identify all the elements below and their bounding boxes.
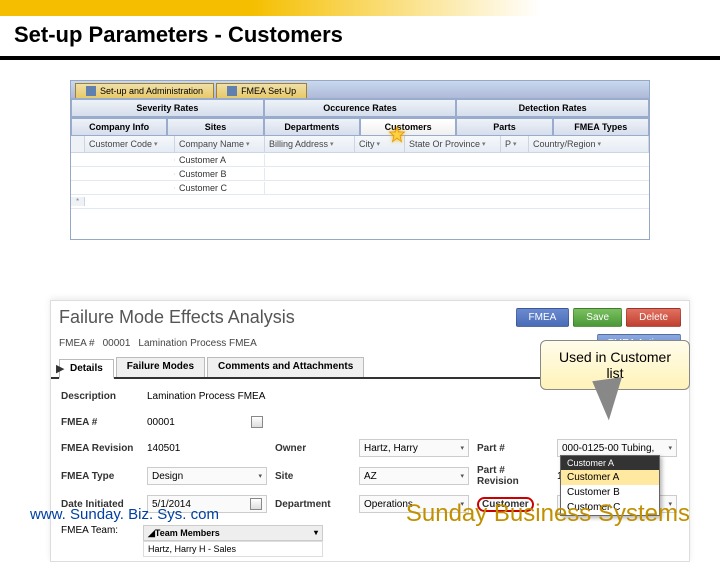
value-revision: 140501: [147, 439, 267, 457]
tab-details[interactable]: Details: [59, 359, 114, 379]
tab-detection[interactable]: Detection Rates: [456, 99, 649, 117]
setup-tabs: Company Info Sites Departments Customers…: [71, 117, 649, 136]
tab-severity[interactable]: Severity Rates: [71, 99, 264, 117]
footer-brand: Sunday Business Systems: [406, 500, 690, 528]
new-row-icon: *: [71, 197, 85, 206]
label-site: Site: [275, 471, 351, 482]
team-block: FMEA Team: ◢Team Members▾ Hartz, Harry H…: [61, 525, 679, 557]
label-fmeano: FMEA #: [61, 417, 139, 428]
col-country[interactable]: Country/Region▾: [529, 136, 649, 152]
tab-label: FMEA Set-Up: [241, 86, 296, 96]
col-customer-code[interactable]: Customer Code▾: [85, 136, 175, 152]
col-billing[interactable]: Billing Address▾: [265, 136, 355, 152]
tab-departments[interactable]: Departments: [264, 118, 360, 136]
label-partrev: Part # Revision: [477, 465, 549, 487]
tab-company[interactable]: Company Info: [71, 118, 167, 136]
label-type: FMEA Type: [61, 471, 139, 482]
label-description: Description: [61, 391, 139, 402]
footer-url: www. Sunday. Biz. Sys. com: [30, 506, 219, 523]
row-selector-header: [71, 136, 85, 152]
footer: www. Sunday. Biz. Sys. com Sunday Busine…: [0, 500, 720, 528]
team-row[interactable]: Hartz, Harry H - Sales: [143, 541, 323, 557]
tab-fmea-types[interactable]: FMEA Types: [553, 118, 649, 136]
fmea-id-label: FMEA #: [59, 338, 95, 349]
customers-grid: Customer Code▾ Company Name▾ Billing Add…: [71, 136, 649, 239]
table-row-new[interactable]: *: [71, 195, 649, 209]
tab-label: Set-up and Administration: [100, 86, 203, 96]
label-owner: Owner: [275, 443, 351, 454]
chevron-down-icon: ▾: [668, 444, 672, 452]
gear-icon: [227, 86, 237, 96]
table-row[interactable]: Customer C: [71, 181, 649, 195]
window-tabs: Set-up and Administration FMEA Set-Up: [71, 81, 649, 98]
fmea-title: Failure Mode Effects Analysis: [59, 307, 512, 328]
col-state[interactable]: State Or Province▾: [405, 136, 501, 152]
tab-parts[interactable]: Parts: [456, 118, 552, 136]
fmea-name: Lamination Process FMEA: [138, 338, 256, 349]
col-company-name[interactable]: Company Name▾: [175, 136, 265, 152]
lookup-icon[interactable]: [251, 416, 263, 428]
rates-tabs: Severity Rates Occurence Rates Detection…: [71, 98, 649, 117]
site-field[interactable]: AZ▾: [359, 467, 469, 485]
type-field[interactable]: Design▾: [147, 467, 267, 485]
dropdown-header: Customer A: [561, 456, 659, 470]
tab-fmea-setup[interactable]: FMEA Set-Up: [216, 83, 307, 98]
gear-icon: [86, 86, 96, 96]
fmea-id: 00001: [103, 338, 131, 349]
new-fmea-button[interactable]: FMEA: [516, 308, 570, 327]
dropdown-item[interactable]: Customer A: [561, 470, 659, 485]
slide-title: Set-up Parameters - Customers: [0, 16, 720, 56]
save-button[interactable]: Save: [573, 308, 622, 327]
col-p[interactable]: P▾: [501, 136, 529, 152]
setup-window: Set-up and Administration FMEA Set-Up Se…: [70, 80, 650, 240]
callout-text: Used in Customer: [555, 349, 675, 365]
star-highlight-icon: [388, 126, 406, 144]
tab-customers[interactable]: Customers: [360, 118, 456, 136]
accent-bar: [0, 0, 720, 16]
tab-setup-admin[interactable]: Set-up and Administration: [75, 83, 214, 98]
chevron-down-icon: ▾: [258, 472, 262, 480]
fmea-header: Failure Mode Effects Analysis FMEA Save …: [51, 301, 689, 334]
value-fmeano: 00001: [147, 413, 267, 431]
callout-tail: [593, 378, 626, 422]
chevron-down-icon: ▾: [460, 472, 464, 480]
table-row[interactable]: Customer B: [71, 167, 649, 181]
tab-comments[interactable]: Comments and Attachments: [207, 357, 364, 377]
table-row[interactable]: Customer A: [71, 153, 649, 167]
dropdown-item[interactable]: Customer B: [561, 485, 659, 500]
tab-failure-modes[interactable]: Failure Modes: [116, 357, 205, 377]
label-part: Part #: [477, 443, 549, 454]
nav-arrow-icon[interactable]: ▶: [56, 362, 64, 375]
owner-field[interactable]: Hartz, Harry▾: [359, 439, 469, 457]
grid-header: Customer Code▾ Company Name▾ Billing Add…: [71, 136, 649, 153]
content-area: Set-up and Administration FMEA Set-Up Se…: [0, 60, 720, 240]
tab-sites[interactable]: Sites: [167, 118, 263, 136]
label-revision: FMEA Revision: [61, 443, 139, 454]
delete-button[interactable]: Delete: [626, 308, 681, 327]
chevron-down-icon: ▾: [460, 444, 464, 452]
tab-occurrence[interactable]: Occurence Rates: [264, 99, 457, 117]
